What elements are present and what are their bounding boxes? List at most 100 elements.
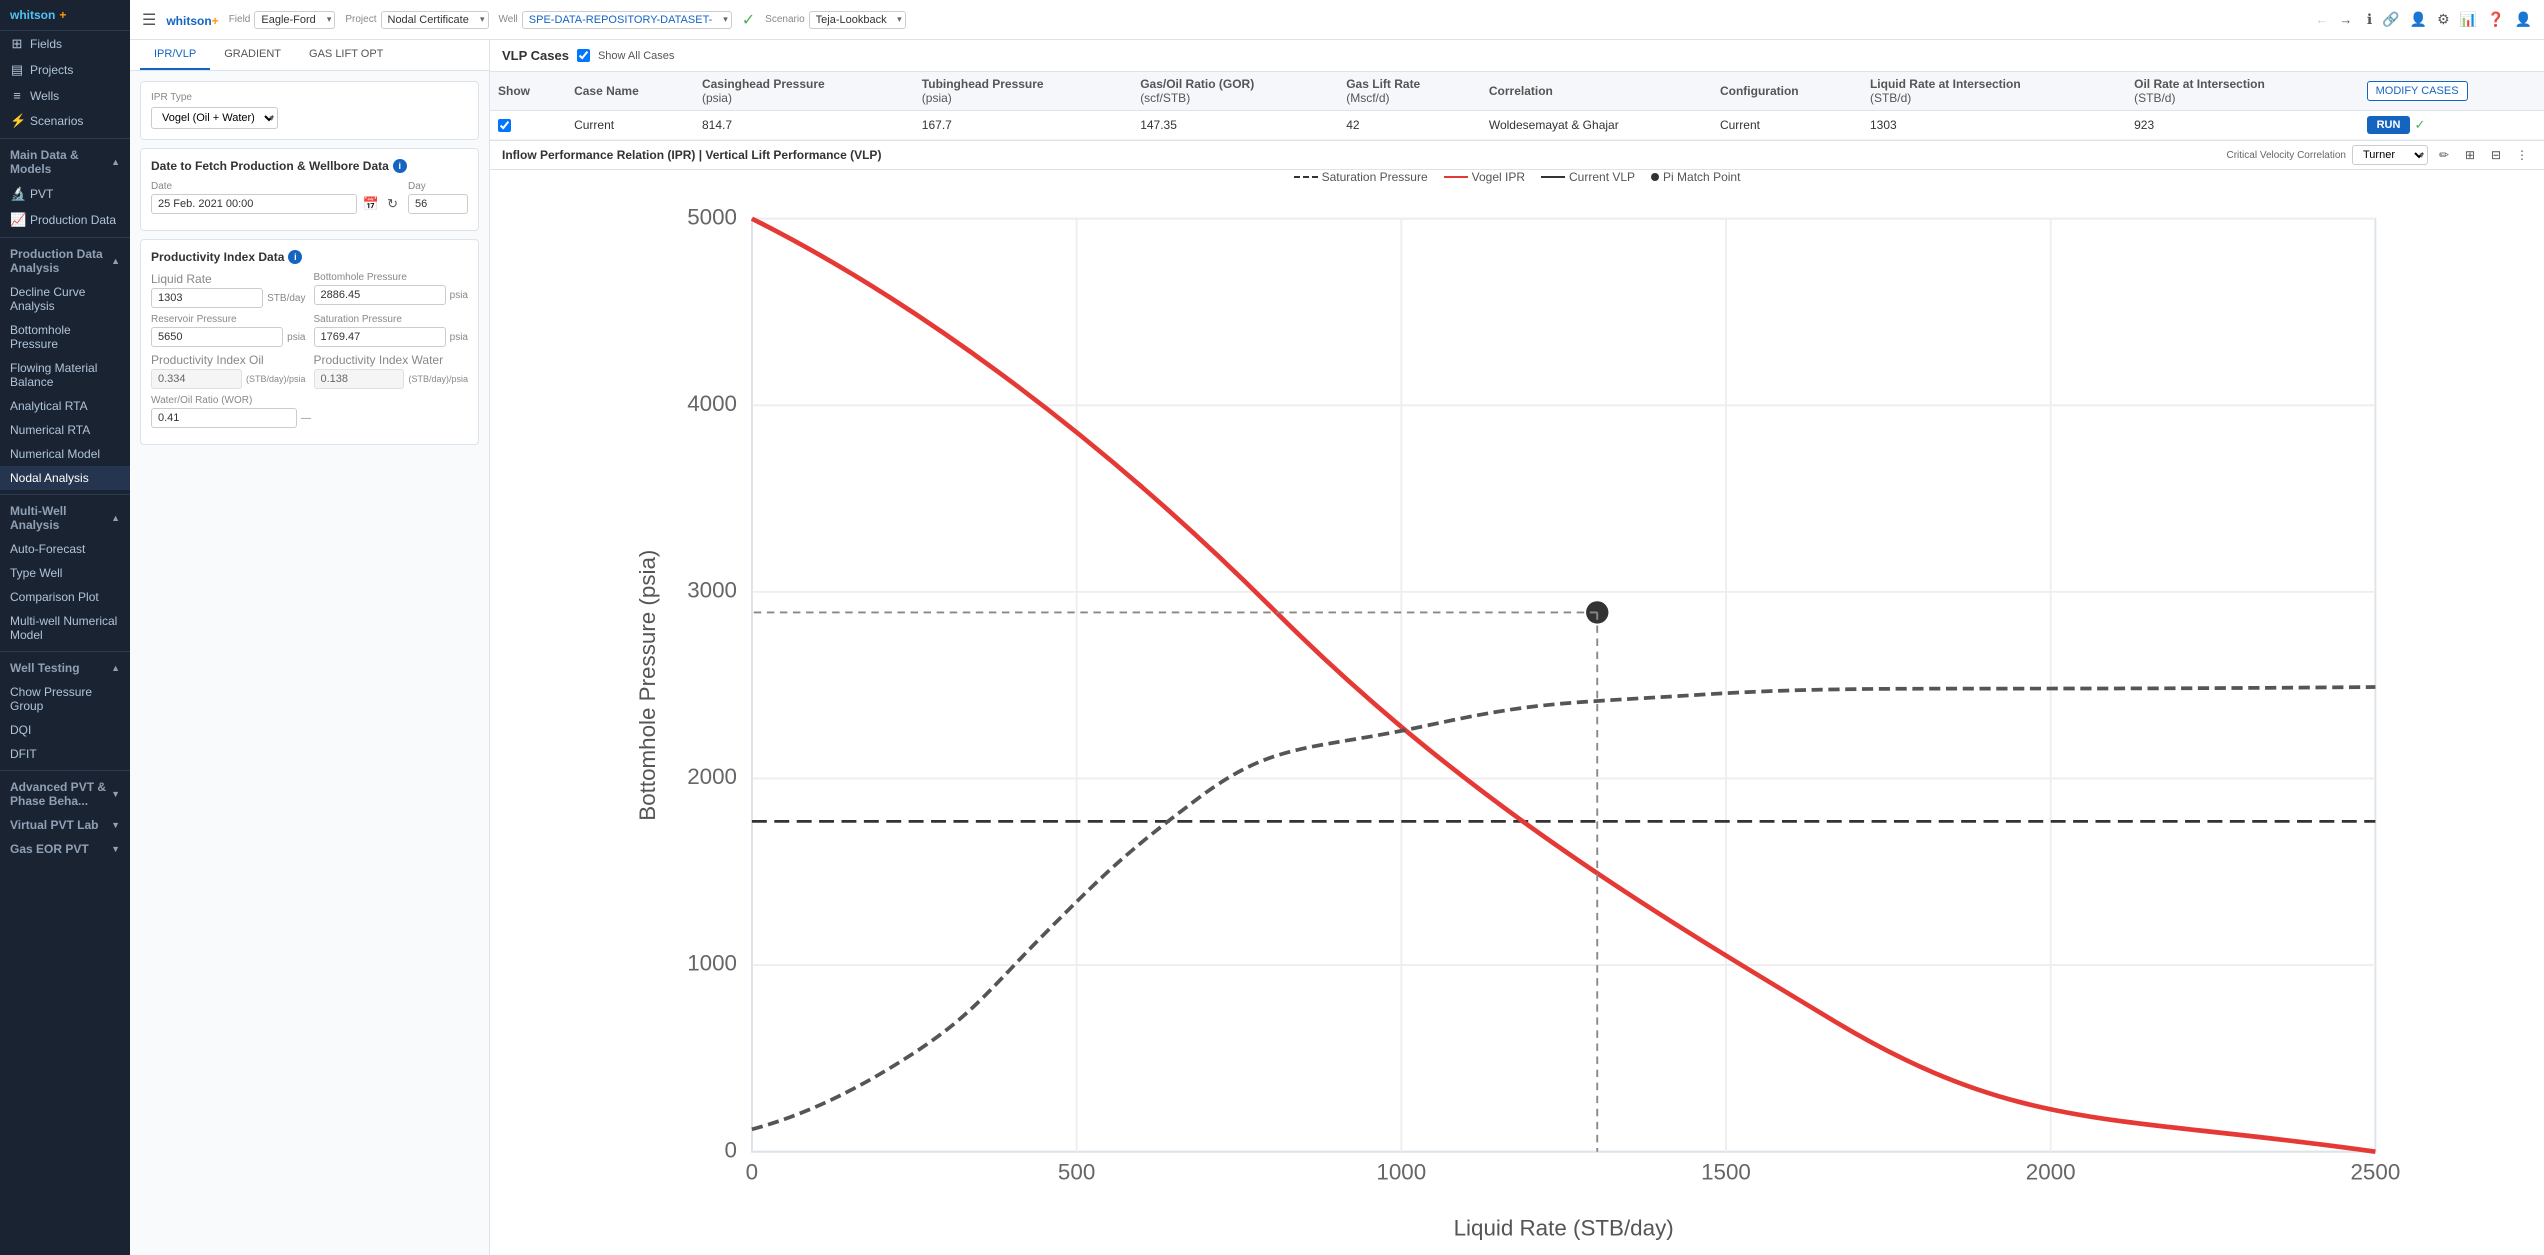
saturation-pressure-input[interactable] (314, 327, 446, 347)
nav-back-button[interactable]: ← (2311, 9, 2333, 31)
modify-cases-button[interactable]: MODIFY CASES (2367, 81, 2468, 101)
sidebar-group-mwa[interactable]: Multi-Well Analysis ▲ (0, 499, 130, 537)
sidebar-group-main-data[interactable]: Main Data & Models ▲ (0, 143, 130, 181)
sidebar-group-advanced-pvt[interactable]: Advanced PVT & Phase Beha... ▼ (0, 775, 130, 813)
app-logo: whitson+ (0, 0, 130, 31)
expand-icon[interactable]: ⊞ (2460, 145, 2480, 165)
table-view-icon[interactable]: ⊟ (2486, 145, 2506, 165)
table-row: Current 814.7 167.7 147.35 42 Woldesemay… (490, 111, 2544, 140)
menu-icon[interactable]: ☰ (142, 10, 156, 30)
run-button[interactable]: RUN (2367, 116, 2411, 134)
legend-current-vlp: Current VLP (1541, 170, 1635, 184)
field-label: Field (229, 14, 251, 25)
sidebar-item-projects[interactable]: ▤ Projects (0, 57, 130, 83)
calendar-icon[interactable]: 📅 (361, 194, 381, 214)
pi-info-icon[interactable]: i (288, 250, 302, 264)
row-run-cell: RUN ✓ (2359, 111, 2544, 140)
field-select[interactable]: Eagle-Ford (254, 11, 335, 29)
nav-arrows: ← → (2311, 9, 2357, 31)
sidebar-item-numerical-model[interactable]: Numerical Model (0, 442, 130, 466)
tab-ipr-vlp[interactable]: IPR/VLP (140, 40, 210, 70)
svg-text:5000: 5000 (687, 204, 737, 229)
ipr-type-section: IPR Type Vogel (Oil + Water) (140, 81, 479, 140)
sidebar-item-fmb[interactable]: Flowing Material Balance (0, 356, 130, 394)
chart-toolbar: Inflow Performance Relation (IPR) | Vert… (490, 141, 2544, 170)
sidebar-item-pvt[interactable]: 🔬 PVT (0, 181, 130, 207)
bhp-label: Bottomhole Pressure (314, 272, 469, 283)
chart-icon[interactable]: 📊 (2460, 11, 2477, 28)
cv-label: Critical Velocity Correlation (2227, 150, 2347, 161)
chart-svg: Bottomhole Pressure (psia) 0 1000 2000 3… (500, 200, 2534, 1245)
row-show-checkbox[interactable] (498, 119, 511, 132)
fields-icon: ⊞ (10, 36, 24, 52)
info-icon[interactable]: ℹ (2367, 11, 2372, 28)
pi-oil-input[interactable] (151, 369, 242, 389)
sidebar-item-auto-forecast[interactable]: Auto-Forecast (0, 537, 130, 561)
tab-gradient[interactable]: GRADIENT (210, 40, 295, 70)
edit-chart-icon[interactable]: ✏ (2434, 145, 2454, 165)
col-correlation: Correlation (1481, 72, 1712, 111)
sidebar-item-fields[interactable]: ⊞ Fields (0, 31, 130, 57)
vlp-table: Show Case Name Casinghead Pressure(psia)… (490, 72, 2544, 140)
nav-forward-button[interactable]: → (2335, 9, 2357, 31)
ipr-form-panel: IPR/VLP GRADIENT GAS LIFT OPT IPR Type V… (130, 40, 490, 1255)
bhp-unit: psia (450, 290, 468, 301)
date-input[interactable] (151, 194, 357, 214)
date-fetch-title: Date to Fetch Production & Wellbore Data… (151, 159, 468, 173)
reservoir-pressure-input[interactable] (151, 327, 283, 347)
svg-text:2000: 2000 (2026, 1160, 2076, 1185)
show-all-checkbox[interactable] (577, 49, 590, 62)
pi-oil-unit: (STB/day)/psia (246, 374, 306, 384)
legend-vogel-ipr: Vogel IPR (1444, 170, 1525, 184)
more-options-icon[interactable]: ⋮ (2512, 145, 2532, 165)
sidebar-item-scenarios[interactable]: ⚡ Scenarios (0, 108, 130, 134)
sidebar-item-nodal-analysis[interactable]: Nodal Analysis (0, 466, 130, 490)
ipr-type-select[interactable]: Vogel (Oil + Water) (151, 107, 278, 129)
help-icon[interactable]: ❓ (2487, 11, 2504, 28)
chevron-up-icon3: ▲ (111, 513, 120, 523)
project-select[interactable]: Nodal Certificate (381, 11, 489, 29)
well-status-icon: ✓ (742, 10, 755, 30)
sidebar-item-analytical-rta[interactable]: Analytical RTA (0, 394, 130, 418)
sidebar-item-mwnm[interactable]: Multi-well Numerical Model (0, 609, 130, 647)
sidebar-item-numerical-rta[interactable]: Numerical RTA (0, 418, 130, 442)
project-label: Project (345, 14, 376, 25)
sidebar-item-comparison-plot[interactable]: Comparison Plot (0, 585, 130, 609)
date-fetch-info-icon[interactable]: i (393, 159, 407, 173)
sidebar-group-gas-eor[interactable]: Gas EOR PVT ▼ (0, 837, 130, 861)
sidebar-item-production-data[interactable]: 📈 Production Data (0, 207, 130, 233)
cv-correlation-select[interactable]: Turner (2352, 145, 2428, 165)
liquid-rate-input[interactable] (151, 288, 263, 308)
well-select[interactable]: SPE-DATA-REPOSITORY-DATASET-1-WELL-2-HAW… (522, 11, 732, 29)
user-icon[interactable]: 👤 (2410, 11, 2427, 28)
sidebar-item-type-well[interactable]: Type Well (0, 561, 130, 585)
account-icon[interactable]: 👤 (2515, 11, 2532, 28)
content-area: IPR/VLP GRADIENT GAS LIFT OPT IPR Type V… (130, 40, 2544, 1255)
settings-icon[interactable]: ⚙ (2437, 11, 2450, 28)
tab-gas-lift-opt[interactable]: GAS LIFT OPT (295, 40, 397, 70)
ipr-type-label: IPR Type (151, 92, 468, 103)
sidebar-group-pda[interactable]: Production Data Analysis ▲ (0, 242, 130, 280)
link-icon[interactable]: 🔗 (2382, 11, 2399, 28)
bhp-input[interactable] (314, 285, 446, 305)
sidebar-item-dca[interactable]: Decline Curve Analysis (0, 280, 130, 318)
sidebar-item-bhp[interactable]: Bottomhole Pressure (0, 318, 130, 356)
pi-water-label: Productivity Index Water (314, 353, 469, 367)
sidebar-group-virtual-pvt[interactable]: Virtual PVT Lab ▼ (0, 813, 130, 837)
col-gor: Gas/Oil Ratio (GOR)(scf/STB) (1132, 72, 1338, 111)
sidebar-group-well-testing[interactable]: Well Testing ▲ (0, 656, 130, 680)
legend-vogel-label: Vogel IPR (1472, 170, 1525, 184)
pi-water-input[interactable] (314, 369, 405, 389)
vlp-table-wrapper: Show Case Name Casinghead Pressure(psia)… (490, 72, 2544, 141)
sidebar-item-wells[interactable]: ≡ Wells (0, 83, 130, 108)
sidebar-item-dqi[interactable]: DQI (0, 718, 130, 742)
day-input[interactable] (408, 194, 468, 214)
scenario-select[interactable]: Teja-Lookback (809, 11, 906, 29)
wor-input[interactable] (151, 408, 297, 428)
sidebar-item-cpg[interactable]: Chow Pressure Group (0, 680, 130, 718)
sidebar-item-dfit[interactable]: DFIT (0, 742, 130, 766)
row-gor: 147.35 (1132, 111, 1338, 140)
refresh-icon[interactable]: ↻ (385, 194, 400, 214)
sidebar-item-label: Projects (30, 63, 73, 77)
chart-area: Bottomhole Pressure (psia) 0 1000 2000 3… (490, 190, 2544, 1255)
